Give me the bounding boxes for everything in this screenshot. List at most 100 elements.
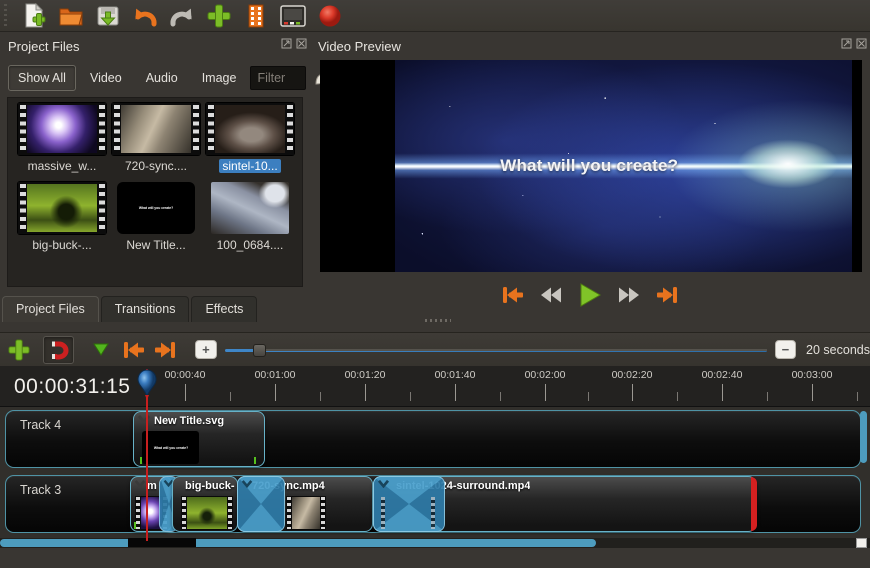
filter-tab-image[interactable]: Image: [192, 65, 247, 91]
image-thumbnail: [211, 182, 289, 234]
export-video-button[interactable]: [316, 2, 344, 30]
clip-thumbnail: [286, 496, 326, 530]
hscroll-thumb[interactable]: [0, 539, 596, 547]
transition-menu-chevron-icon[interactable]: [241, 479, 253, 488]
clip-thumbnail: What will you create?: [142, 431, 199, 464]
open-project-button[interactable]: [57, 2, 85, 30]
save-project-button[interactable]: [94, 2, 122, 30]
panel-splitter-handle[interactable]: [425, 319, 451, 322]
undo-button[interactable]: [131, 2, 159, 30]
filmstrip-thumbnail: [18, 182, 106, 234]
media-item-massive[interactable]: massive_w...: [14, 103, 110, 175]
fast-forward-button[interactable]: [615, 285, 641, 310]
playback-controls: [310, 281, 870, 313]
clip-thumbnail-text: What will you create?: [147, 446, 195, 450]
transition-menu-chevron-icon[interactable]: [377, 479, 390, 488]
fast-forward-icon: [615, 285, 641, 305]
timeline-vertical-scrollbar[interactable]: [860, 411, 867, 463]
ruler-mark: 00:02:20: [612, 369, 653, 381]
screen-frame-icon: [280, 5, 306, 27]
project-files-grid: massive_w... 720-sync.... sintel-10...: [7, 97, 303, 287]
float-panel-icon[interactable]: [281, 38, 292, 49]
add-marker-button[interactable]: [88, 336, 113, 364]
ruler-mark: 00:01:20: [345, 369, 386, 381]
redo-button[interactable]: [168, 2, 196, 30]
clip-big-buck[interactable]: big-buck-: [172, 476, 238, 532]
clip-menu-chevron-icon[interactable]: [137, 414, 151, 424]
play-button[interactable]: [578, 282, 602, 313]
hscroll-gap: [128, 538, 196, 547]
ruler-mark: 00:00:40: [165, 369, 206, 381]
zoom-slider[interactable]: [225, 343, 767, 357]
close-panel-icon[interactable]: [856, 38, 867, 49]
main-toolbar: [0, 0, 870, 32]
fullscreen-button[interactable]: [279, 2, 307, 30]
zoom-slider-handle[interactable]: [253, 344, 266, 357]
close-panel-icon[interactable]: [296, 38, 307, 49]
ruler-mark: 00:01:40: [435, 369, 476, 381]
video-preview-title-text: Video Preview: [318, 39, 401, 54]
clip-title: m: [147, 480, 157, 492]
transition-2[interactable]: [237, 476, 285, 532]
title-thumbnail-text: What will you create?: [123, 206, 189, 210]
filmstrip-thumbnail: [112, 103, 200, 155]
snapping-toggle-button[interactable]: [43, 336, 74, 364]
media-filter-row: Show All Video Audio Image: [8, 64, 332, 91]
openshot-window: Project Files Show All Video Audio Image: [0, 0, 870, 568]
previous-marker-button[interactable]: [119, 336, 148, 364]
project-files-panel-controls: [281, 38, 307, 49]
zoom-in-button[interactable]: +: [195, 340, 216, 359]
video-preview-panel-title: Video Preview: [318, 35, 401, 57]
timeline-toolbar: + − 20 seconds: [0, 332, 870, 366]
filter-tab-video[interactable]: Video: [80, 65, 132, 91]
transition-3[interactable]: [373, 476, 445, 532]
timeline-ruler[interactable]: 00:00:31:15 00:00:40 00:01:00 00:01:20 0…: [0, 366, 870, 407]
ruler-mark: 00:01:00: [255, 369, 296, 381]
plus-glyph-icon: +: [202, 343, 210, 356]
zoom-out-button[interactable]: −: [775, 340, 796, 359]
rewind-button[interactable]: [539, 285, 565, 310]
clip-title: New Title.svg: [154, 415, 224, 427]
playhead-timecode: 00:00:31:15: [14, 375, 130, 399]
media-item-bigbuck[interactable]: big-buck-...: [14, 182, 110, 254]
tab-project-files[interactable]: Project Files: [2, 296, 99, 322]
jump-to-end-button[interactable]: [654, 284, 680, 311]
video-preview-panel-controls: [841, 38, 867, 49]
project-files-title-text: Project Files: [8, 39, 80, 54]
clip-new-title-svg[interactable]: New Title.svg What will you create?: [133, 411, 265, 467]
jump-to-start-button[interactable]: [500, 284, 526, 311]
filter-tab-audio[interactable]: Audio: [136, 65, 188, 91]
filter-tab-show-all[interactable]: Show All: [8, 65, 76, 91]
playhead-handle[interactable]: [136, 369, 158, 406]
jump-end-icon: [654, 284, 680, 306]
project-files-panel-title: Project Files: [8, 35, 80, 57]
filter-input[interactable]: [250, 66, 306, 90]
toolbar-grip-handle[interactable]: [2, 4, 9, 28]
clip-menu-chevron-icon[interactable]: [134, 479, 146, 488]
media-item-newtitle[interactable]: What will you create? New Title...: [108, 182, 204, 254]
left-panel-tabs: Project Files Transitions Effects: [2, 296, 257, 322]
hscroll-end-handle[interactable]: [856, 538, 867, 548]
clip-trim-end-marker[interactable]: [751, 477, 757, 531]
float-panel-icon[interactable]: [841, 38, 852, 49]
media-item-bedroom-photo[interactable]: 100_0684....: [202, 182, 298, 254]
next-marker-button[interactable]: [150, 336, 179, 364]
transition-filmstrip-overlay: [380, 496, 436, 530]
new-project-button[interactable]: [20, 2, 48, 30]
jump-start-icon: [500, 284, 526, 306]
import-files-button[interactable]: [205, 2, 233, 30]
tab-transitions[interactable]: Transitions: [101, 296, 190, 322]
media-item-720sync[interactable]: 720-sync....: [108, 103, 204, 175]
magnet-icon: [48, 340, 70, 360]
choose-profile-button[interactable]: [242, 2, 270, 30]
plus-icon: [8, 339, 30, 361]
media-item-sintel[interactable]: sintel-10...: [202, 103, 298, 175]
minus-glyph-icon: −: [782, 343, 790, 356]
tab-effects[interactable]: Effects: [191, 296, 257, 322]
add-track-button[interactable]: [4, 336, 33, 364]
playhead-marker-icon: [136, 369, 158, 401]
clip-title: big-buck-: [185, 480, 235, 492]
title-thumbnail: What will you create?: [117, 182, 195, 234]
timeline-horizontal-scrollbar[interactable]: [0, 538, 870, 548]
filmstrip-icon: [246, 4, 266, 28]
